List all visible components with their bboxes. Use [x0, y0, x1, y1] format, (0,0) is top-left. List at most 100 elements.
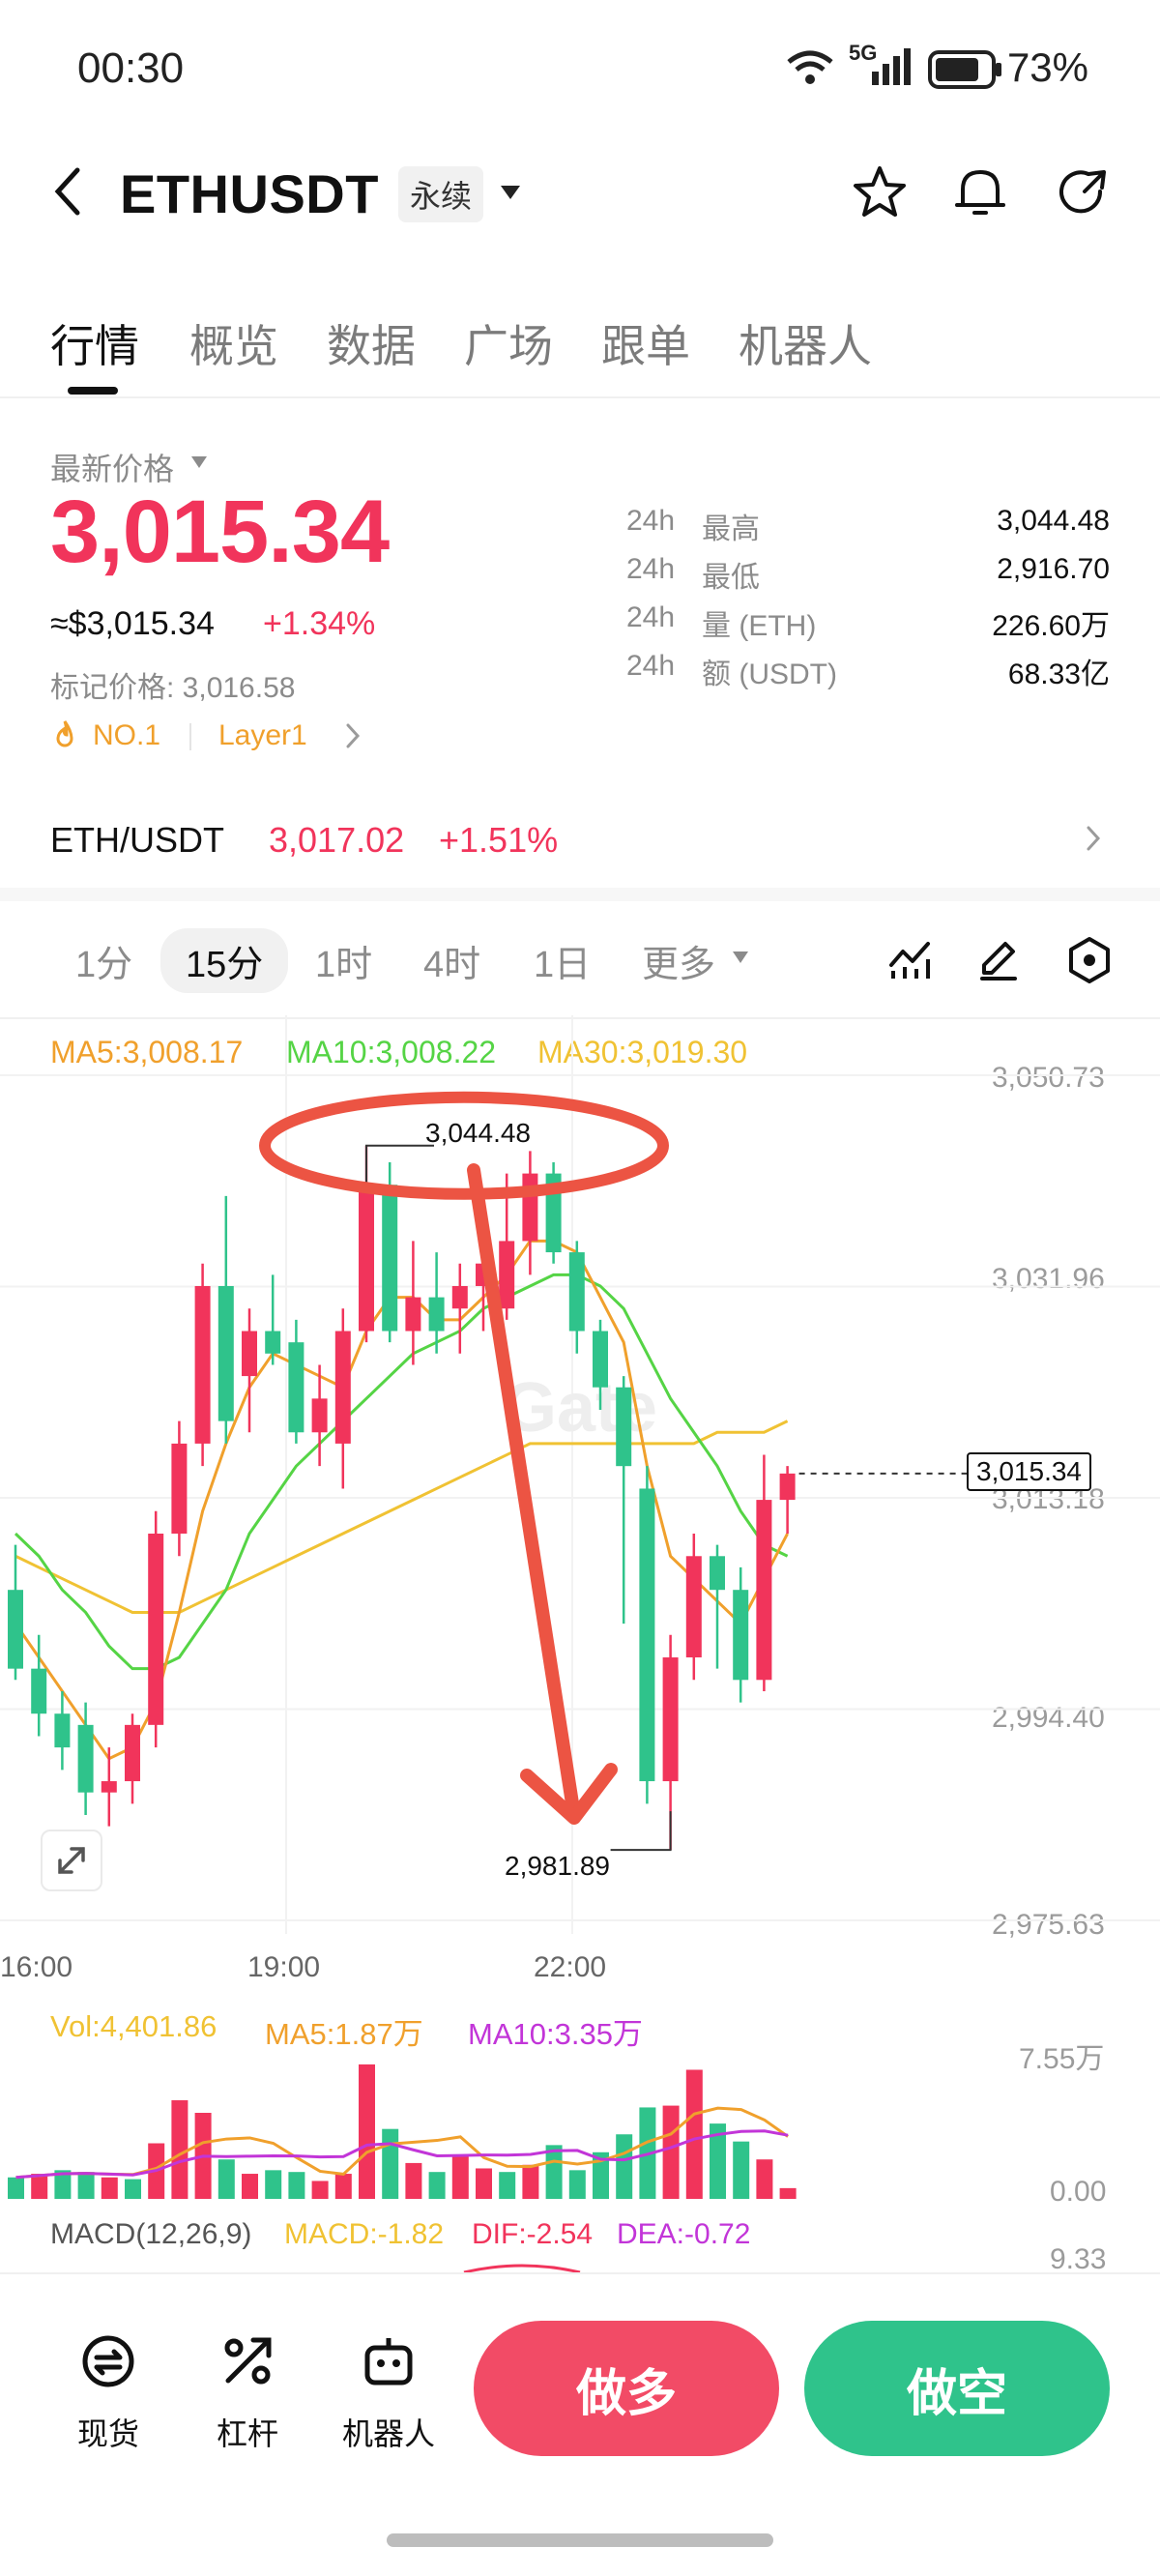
rank-tag[interactable]: NO.1 [93, 719, 160, 752]
category-tag[interactable]: Layer1 [218, 719, 307, 752]
share-icon[interactable] [1054, 162, 1112, 225]
stat-low-label: 最低 [702, 562, 760, 594]
candle-body [593, 1331, 608, 1388]
volume-bar [733, 2141, 750, 2199]
interval-1m[interactable]: 1分 [75, 934, 132, 987]
tab-bots[interactable]: 机器人 [739, 311, 872, 375]
volume-bar [522, 2164, 539, 2199]
volume-ma5-legend: MA5:1.87万 [265, 2017, 423, 2051]
candle-body [616, 1387, 632, 1467]
back-icon[interactable] [48, 162, 87, 225]
spot-nav-item[interactable]: 现货 [41, 2330, 176, 2466]
stat-high-period: 24h [626, 505, 676, 537]
candle [265, 1274, 281, 1365]
interval-1d[interactable]: 1日 [534, 934, 591, 987]
interval-4h[interactable]: 4时 [423, 934, 480, 987]
volume-bar [77, 2172, 95, 2199]
chevron-right-icon[interactable] [344, 721, 362, 755]
tab-square[interactable]: 广场 [464, 311, 553, 375]
bell-icon[interactable] [953, 162, 1007, 225]
bot-nav-item[interactable]: 机器人 [321, 2330, 456, 2466]
tab-market[interactable]: 行情 [50, 311, 139, 375]
spot-change: +1.51% [439, 820, 559, 860]
tab-overview[interactable]: 概览 [189, 311, 278, 375]
candle [54, 1690, 71, 1771]
wifi-icon [785, 48, 835, 92]
volume-bar [476, 2168, 492, 2199]
volume-bar [662, 2105, 680, 2199]
short-button[interactable]: 做空 [804, 2321, 1110, 2456]
candle [756, 1454, 772, 1691]
favorite-star-icon[interactable] [851, 162, 909, 225]
stat-volume-value: 226.60万 [992, 610, 1110, 642]
volume-bar [499, 2172, 516, 2199]
stat-turnover-value: 68.33亿 [1007, 659, 1110, 690]
candle-body [779, 1473, 796, 1501]
x-tick: 22:00 [534, 1951, 607, 1983]
volume-bar [311, 2181, 329, 2199]
candle-body [54, 1713, 71, 1748]
interval-more[interactable]: 更多 [642, 934, 715, 987]
macd-dea: DEA:-0.72 [617, 2218, 751, 2250]
expand-icon [58, 1847, 85, 1874]
volume-bar [125, 2179, 141, 2199]
draw-pen-icon[interactable] [976, 938, 1021, 987]
spot-pair-row[interactable]: ETH/USDT 3,017.02 +1.51% [0, 791, 1160, 890]
stat-volume-period: 24h [626, 601, 676, 633]
volume-bar [382, 2128, 399, 2199]
candle-body [405, 1297, 421, 1332]
settings-hexagon-icon[interactable] [1067, 936, 1112, 989]
volume-bar [685, 2069, 703, 2199]
stat-high-label: 最高 [702, 513, 760, 545]
candle [685, 1534, 702, 1681]
candle-body [733, 1590, 749, 1681]
candle [101, 1747, 117, 1827]
candle [616, 1376, 632, 1625]
main-tabs: 行情 概览 数据 广场 跟单 机器人 [0, 290, 1160, 398]
stat-turnover-label: 额 (USDT) [702, 659, 837, 690]
candle-body [8, 1590, 23, 1669]
candle-body [77, 1724, 94, 1793]
interval-1h[interactable]: 1时 [315, 934, 372, 987]
candle-body [334, 1331, 351, 1444]
long-button[interactable]: 做多 [474, 2321, 779, 2456]
candle-body [125, 1724, 140, 1782]
candle [522, 1151, 538, 1275]
home-indicator[interactable] [387, 2533, 773, 2547]
candle-body [662, 1657, 679, 1782]
candle-body [31, 1668, 47, 1714]
ma30-line [14, 1420, 789, 1614]
dropdown-caret-icon[interactable] [499, 184, 522, 206]
expand-chart-button[interactable] [41, 1830, 102, 1891]
candle [288, 1319, 304, 1444]
candle [405, 1241, 421, 1365]
volume-bar [334, 2174, 352, 2199]
candle [148, 1510, 164, 1748]
candle-body [359, 1185, 374, 1332]
caret-down-icon[interactable] [189, 454, 209, 475]
candle [639, 1466, 655, 1804]
pair-title[interactable]: ETHUSDT [120, 162, 379, 225]
candle [451, 1263, 468, 1354]
ma10-line [14, 1273, 789, 1671]
status-time: 00:30 [77, 44, 185, 92]
tag-divider [189, 723, 191, 750]
volume-legend: Vol:4,401.86 [50, 2009, 218, 2043]
usd-approx: ≈$3,015.34 [50, 605, 215, 642]
margin-nav-item[interactable]: 杠杆 [180, 2330, 315, 2466]
candle-body [685, 1556, 702, 1658]
indicator-icon[interactable] [887, 938, 932, 985]
price-info: 最新价格 3,015.34 ≈$3,015.34 +1.34% 标记价格: 3,… [0, 396, 1160, 791]
x-tick: 19:00 [247, 1951, 321, 1983]
tab-copy-trading[interactable]: 跟单 [601, 311, 690, 375]
contract-type-badge[interactable]: 永续 [398, 166, 484, 222]
tab-data[interactable]: 数据 [327, 311, 416, 375]
fire-icon [52, 719, 77, 755]
caret-down-icon[interactable] [731, 950, 750, 970]
candle-body [171, 1443, 188, 1535]
status-bar: 00:30 5G 73% [0, 0, 1160, 140]
volume-bar [8, 2177, 24, 2199]
candle-body [522, 1173, 538, 1242]
interval-15m[interactable]: 15分 [160, 928, 289, 993]
last-price: 3,015.34 [50, 483, 390, 581]
